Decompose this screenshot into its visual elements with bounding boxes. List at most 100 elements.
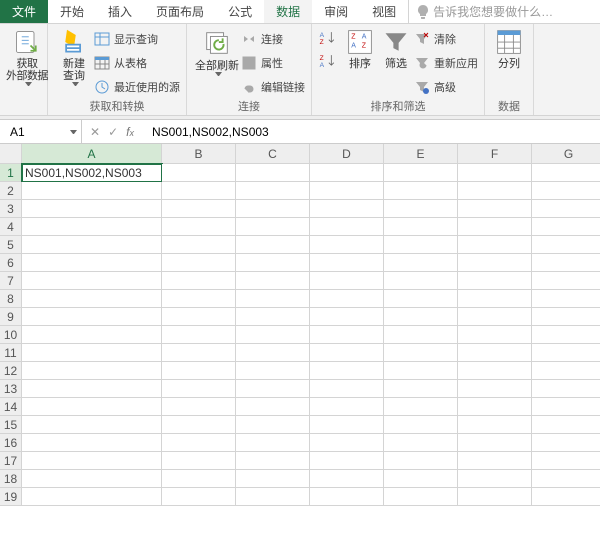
cell-A2[interactable]	[22, 182, 162, 200]
cell-E8[interactable]	[384, 290, 458, 308]
cell-F17[interactable]	[458, 452, 532, 470]
cell-A10[interactable]	[22, 326, 162, 344]
cell-G14[interactable]	[532, 398, 600, 416]
from-table-button[interactable]: 从表格	[94, 52, 180, 74]
cell-D2[interactable]	[310, 182, 384, 200]
cell-F18[interactable]	[458, 470, 532, 488]
cell-D18[interactable]	[310, 470, 384, 488]
cell-C3[interactable]	[236, 200, 310, 218]
cell-G8[interactable]	[532, 290, 600, 308]
cell-F2[interactable]	[458, 182, 532, 200]
cell-F3[interactable]	[458, 200, 532, 218]
row-header-4[interactable]: 4	[0, 218, 22, 236]
row-header-5[interactable]: 5	[0, 236, 22, 254]
cell-D11[interactable]	[310, 344, 384, 362]
cell-A17[interactable]	[22, 452, 162, 470]
cell-C19[interactable]	[236, 488, 310, 506]
cell-C9[interactable]	[236, 308, 310, 326]
cell-G19[interactable]	[532, 488, 600, 506]
row-header-8[interactable]: 8	[0, 290, 22, 308]
cell-G18[interactable]	[532, 470, 600, 488]
cell-C6[interactable]	[236, 254, 310, 272]
cell-F9[interactable]	[458, 308, 532, 326]
cell-E16[interactable]	[384, 434, 458, 452]
row-header-11[interactable]: 11	[0, 344, 22, 362]
cell-E5[interactable]	[384, 236, 458, 254]
row-header-19[interactable]: 19	[0, 488, 22, 506]
cell-F1[interactable]	[458, 164, 532, 182]
cell-C2[interactable]	[236, 182, 310, 200]
cell-F8[interactable]	[458, 290, 532, 308]
cell-D14[interactable]	[310, 398, 384, 416]
cell-B15[interactable]	[162, 416, 236, 434]
cell-F4[interactable]	[458, 218, 532, 236]
cell-B13[interactable]	[162, 380, 236, 398]
tab-formula[interactable]: 公式	[216, 0, 264, 23]
cell-D4[interactable]	[310, 218, 384, 236]
cell-C5[interactable]	[236, 236, 310, 254]
row-header-6[interactable]: 6	[0, 254, 22, 272]
cell-B10[interactable]	[162, 326, 236, 344]
tab-insert[interactable]: 插入	[96, 0, 144, 23]
cell-A6[interactable]	[22, 254, 162, 272]
cell-G6[interactable]	[532, 254, 600, 272]
cell-F5[interactable]	[458, 236, 532, 254]
tab-file[interactable]: 文件	[0, 0, 48, 23]
tab-view[interactable]: 视图	[360, 0, 408, 23]
properties-button[interactable]: 属性	[241, 52, 305, 74]
sort-button[interactable]: ZAAZ 排序	[342, 26, 378, 70]
cell-G3[interactable]	[532, 200, 600, 218]
cell-A13[interactable]	[22, 380, 162, 398]
cell-C8[interactable]	[236, 290, 310, 308]
cell-C13[interactable]	[236, 380, 310, 398]
cell-G2[interactable]	[532, 182, 600, 200]
cell-G1[interactable]	[532, 164, 600, 182]
cell-E7[interactable]	[384, 272, 458, 290]
cell-E12[interactable]	[384, 362, 458, 380]
col-header-D[interactable]: D	[310, 144, 384, 164]
col-header-B[interactable]: B	[162, 144, 236, 164]
cell-C11[interactable]	[236, 344, 310, 362]
cell-F15[interactable]	[458, 416, 532, 434]
cell-A11[interactable]	[22, 344, 162, 362]
cell-B12[interactable]	[162, 362, 236, 380]
cell-E17[interactable]	[384, 452, 458, 470]
cell-B16[interactable]	[162, 434, 236, 452]
sort-desc-button[interactable]: ZA	[318, 53, 338, 72]
cell-G15[interactable]	[532, 416, 600, 434]
cell-E11[interactable]	[384, 344, 458, 362]
cell-E3[interactable]	[384, 200, 458, 218]
cell-E2[interactable]	[384, 182, 458, 200]
cell-E18[interactable]	[384, 470, 458, 488]
col-header-A[interactable]: A	[22, 144, 162, 164]
cell-A8[interactable]	[22, 290, 162, 308]
cell-D6[interactable]	[310, 254, 384, 272]
tab-data[interactable]: 数据	[264, 0, 312, 23]
reapply-button[interactable]: 重新应用	[414, 52, 478, 74]
connections-button[interactable]: 连接	[241, 28, 305, 50]
cell-F13[interactable]	[458, 380, 532, 398]
cell-D1[interactable]	[310, 164, 384, 182]
cell-A5[interactable]	[22, 236, 162, 254]
row-header-9[interactable]: 9	[0, 308, 22, 326]
cell-E10[interactable]	[384, 326, 458, 344]
cell-A19[interactable]	[22, 488, 162, 506]
row-header-14[interactable]: 14	[0, 398, 22, 416]
row-header-17[interactable]: 17	[0, 452, 22, 470]
cell-G10[interactable]	[532, 326, 600, 344]
cell-B4[interactable]	[162, 218, 236, 236]
cell-G13[interactable]	[532, 380, 600, 398]
cell-E19[interactable]	[384, 488, 458, 506]
cell-F14[interactable]	[458, 398, 532, 416]
cell-B18[interactable]	[162, 470, 236, 488]
formula-bar-input[interactable]	[148, 124, 600, 140]
cell-F12[interactable]	[458, 362, 532, 380]
cell-D7[interactable]	[310, 272, 384, 290]
cell-A12[interactable]	[22, 362, 162, 380]
cell-F7[interactable]	[458, 272, 532, 290]
cell-D19[interactable]	[310, 488, 384, 506]
cell-B6[interactable]	[162, 254, 236, 272]
show-queries-button[interactable]: 显示查询	[94, 28, 180, 50]
cell-A14[interactable]	[22, 398, 162, 416]
cell-G9[interactable]	[532, 308, 600, 326]
